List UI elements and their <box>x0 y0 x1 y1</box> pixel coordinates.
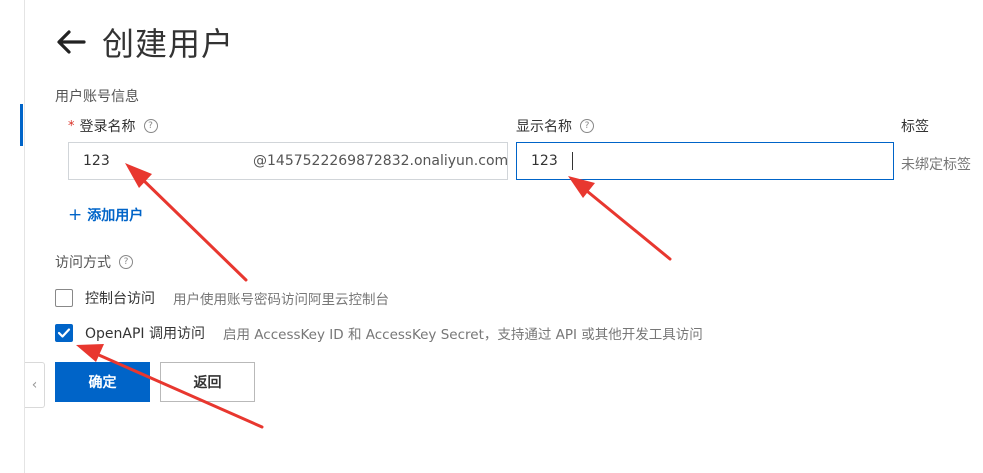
back-arrow-icon[interactable] <box>54 27 88 57</box>
display-name-field[interactable] <box>516 142 894 180</box>
tag-label: 标签 <box>901 116 929 136</box>
console-access-label: 控制台访问 <box>85 291 155 307</box>
nav-active-indicator <box>20 104 23 146</box>
section-title: 用户账号信息 <box>55 89 139 105</box>
access-method-label-text: 访问方式 <box>55 255 111 271</box>
collapse-sidebar-button[interactable]: ‹ <box>25 362 45 408</box>
login-name-input[interactable] <box>69 143 253 179</box>
help-icon[interactable]: ? <box>143 119 158 133</box>
annotation-arrow-shaft <box>136 173 248 282</box>
required-mark: * <box>68 118 75 134</box>
left-nav-rail <box>0 0 25 473</box>
console-access-description: 用户使用账号密码访问阿里云控制台 <box>173 292 389 308</box>
add-user-label: 添加用户 <box>87 208 144 224</box>
annotation-arrow-shaft <box>580 185 672 261</box>
page-header: 创建用户 <box>54 18 234 66</box>
console-access-option[interactable]: 控制台访问 用户使用账号密码访问阿里云控制台 <box>55 288 389 308</box>
openapi-access-description: 启用 AccessKey ID 和 AccessKey Secret，支持通过 … <box>223 327 703 343</box>
display-name-label-text: 显示名称 <box>516 119 572 135</box>
login-name-label: * 登录名称 ? <box>68 116 158 136</box>
text-caret <box>572 152 573 170</box>
annotation-arrow-head <box>76 344 104 362</box>
confirm-button[interactable]: 确定 <box>55 362 150 402</box>
openapi-access-option[interactable]: OpenAPI 调用访问 启用 AccessKey ID 和 AccessKey… <box>55 323 703 343</box>
access-method-label: 访问方式 ? <box>55 252 133 272</box>
openapi-access-checkbox[interactable] <box>55 324 73 342</box>
tag-label-text: 标签 <box>901 119 929 135</box>
login-name-label-text: 登录名称 <box>79 119 136 135</box>
help-icon[interactable]: ? <box>119 255 133 269</box>
tag-value[interactable]: 未绑定标签 <box>901 154 971 174</box>
plus-icon: + <box>68 205 83 225</box>
annotation-arrows <box>76 163 672 429</box>
help-icon[interactable]: ? <box>580 119 594 133</box>
add-user-button[interactable]: + 添加用户 <box>68 205 143 225</box>
openapi-access-label: OpenAPI 调用访问 <box>85 326 205 342</box>
console-access-checkbox[interactable] <box>55 289 73 307</box>
login-name-field[interactable]: @1457522269872832.onaliyun.com <box>68 142 508 180</box>
back-button[interactable]: 返回 <box>160 362 255 402</box>
login-name-domain-suffix: @1457522269872832.onaliyun.com <box>253 153 509 169</box>
chevron-left-icon: ‹ <box>31 377 38 393</box>
display-name-input[interactable] <box>517 143 571 179</box>
page-title: 创建用户 <box>102 25 235 63</box>
checkmark-icon <box>57 328 71 338</box>
display-name-label: 显示名称 ? <box>516 116 594 136</box>
